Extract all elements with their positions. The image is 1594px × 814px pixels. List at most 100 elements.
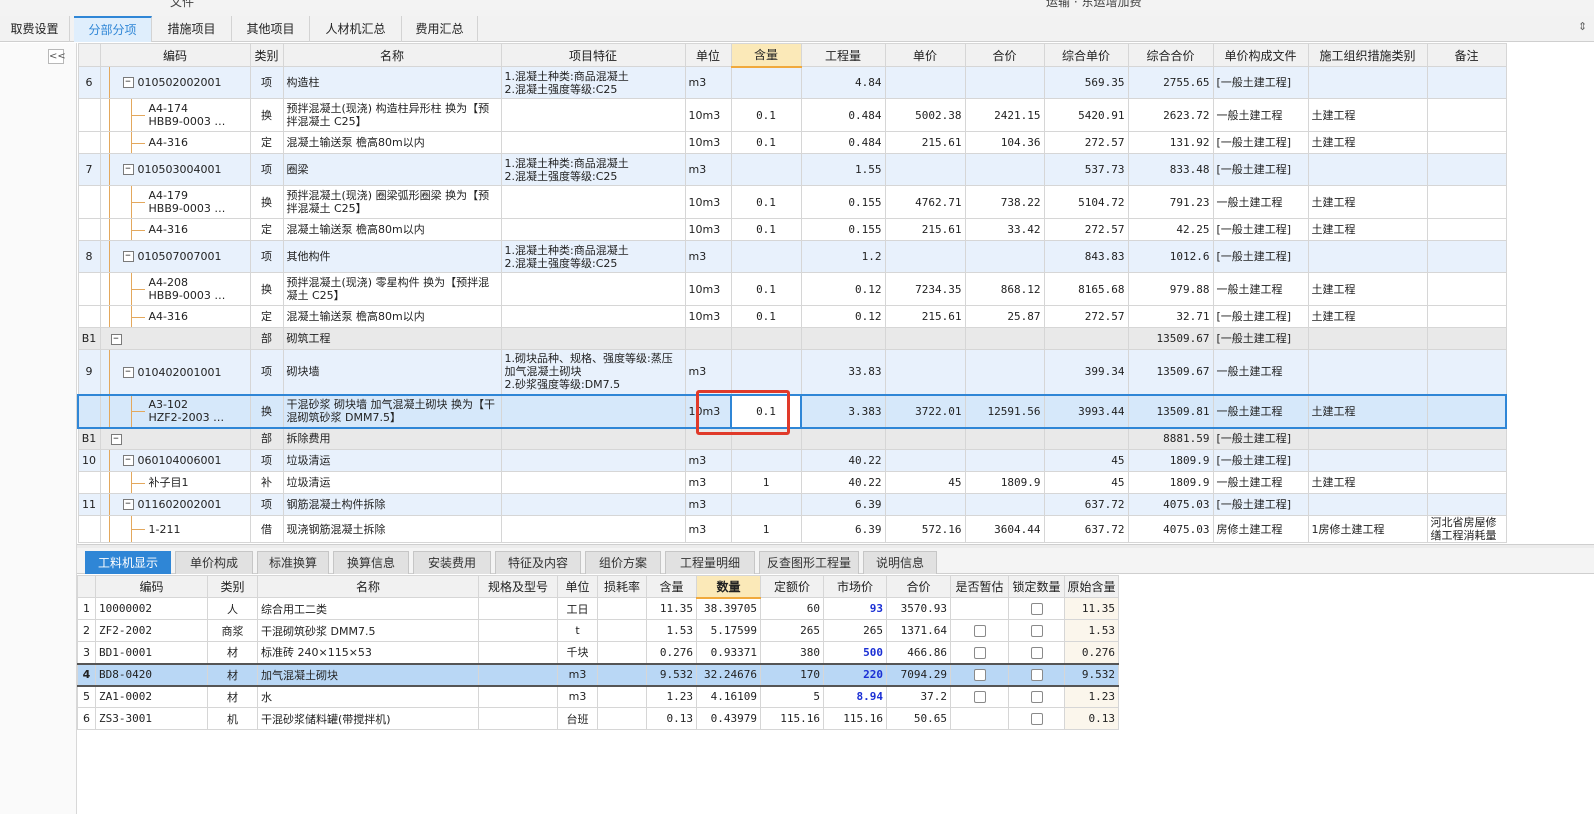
- tab-measures[interactable]: 措施项目: [152, 16, 232, 42]
- res-row-name[interactable]: 加气混凝土砌块: [257, 662, 479, 687]
- res-row-loss[interactable]: [597, 641, 647, 664]
- res-row-spec[interactable]: [478, 641, 558, 664]
- row-comprehensive-price[interactable]: [1043, 427, 1129, 450]
- row-measure-category[interactable]: [1307, 240, 1428, 273]
- row-index[interactable]: [77, 471, 101, 494]
- res-row-content[interactable]: 0.276: [646, 641, 697, 664]
- res-header-estimate[interactable]: 是否暂估: [950, 575, 1009, 598]
- row-feature[interactable]: [500, 427, 686, 450]
- row-comprehensive-total[interactable]: 13509.81: [1127, 393, 1214, 429]
- row-price-file[interactable]: [一般土建工程]: [1212, 66, 1309, 99]
- res-row-orig-content[interactable]: 1.53: [1064, 619, 1119, 642]
- res-row-spec[interactable]: [478, 597, 558, 620]
- row-name[interactable]: 混凝土输送泵 檐高80m以内: [282, 131, 502, 154]
- row-quantity[interactable]: 6.39: [800, 515, 886, 543]
- row-comprehensive-total[interactable]: 4075.03: [1127, 515, 1214, 543]
- row-type[interactable]: 项: [249, 153, 284, 186]
- row-unit[interactable]: 10m3: [684, 393, 732, 429]
- row-type[interactable]: 项: [249, 240, 284, 273]
- row-measure-category[interactable]: 土建工程: [1307, 471, 1428, 494]
- row-comprehensive-price[interactable]: 5420.91: [1043, 98, 1129, 132]
- row-note[interactable]: [1426, 131, 1507, 154]
- row-content[interactable]: [730, 349, 802, 395]
- quota-row[interactable]: 补子目1 补 垃圾清运 m3 1 40.22 45 1809.9 45 1809.9 一般土建工程 土…: [77, 471, 1507, 494]
- row-type[interactable]: 换: [249, 393, 284, 429]
- row-note[interactable]: [1426, 427, 1507, 450]
- row-total-price[interactable]: 25.87: [964, 305, 1045, 328]
- row-index[interactable]: B1: [77, 327, 101, 350]
- row-type[interactable]: 定: [249, 305, 284, 328]
- row-total-price[interactable]: [964, 66, 1045, 99]
- row-index[interactable]: [77, 272, 101, 306]
- row-total-price[interactable]: 2421.15: [964, 98, 1045, 132]
- row-note[interactable]: [1426, 349, 1507, 395]
- res-row-estimate[interactable]: [950, 662, 1009, 687]
- tab-sub-items[interactable]: 分部分项: [74, 16, 152, 42]
- res-row-quota-price[interactable]: 265: [760, 619, 824, 642]
- row-quantity[interactable]: 0.12: [800, 305, 886, 328]
- res-row-total[interactable]: 50.65: [886, 707, 951, 730]
- row-comprehensive-price[interactable]: 45: [1043, 449, 1129, 472]
- row-total-price[interactable]: 33.42: [964, 218, 1045, 241]
- tab-price-composition[interactable]: 单价构成: [175, 551, 253, 574]
- row-content[interactable]: 0.1: [730, 393, 802, 429]
- res-row-lock-qty[interactable]: [1008, 685, 1065, 708]
- row-code[interactable]: A4-174 HBB9-0003 …: [99, 98, 251, 132]
- row-unit-price[interactable]: [884, 66, 966, 99]
- res-row-content[interactable]: 0.13: [646, 707, 697, 730]
- row-comprehensive-price[interactable]: [1043, 327, 1129, 350]
- row-type[interactable]: 定: [249, 131, 284, 154]
- row-content[interactable]: [730, 240, 802, 273]
- row-note[interactable]: [1426, 153, 1507, 186]
- row-comprehensive-price[interactable]: 569.35: [1043, 66, 1129, 99]
- res-row-quantity[interactable]: 0.93371: [696, 641, 761, 664]
- row-code[interactable]: A4-179 HBB9-0003 …: [99, 185, 251, 219]
- row-comprehensive-total[interactable]: 4075.03: [1127, 493, 1214, 516]
- res-header-orig-content[interactable]: 原始含量: [1064, 575, 1119, 598]
- collapse-node-icon[interactable]: −: [122, 366, 134, 378]
- row-quantity[interactable]: 4.84: [800, 66, 886, 99]
- res-row-lock-qty[interactable]: [1008, 619, 1065, 642]
- row-unit-price[interactable]: 7234.35: [884, 272, 966, 306]
- row-unit-price[interactable]: 215.61: [884, 305, 966, 328]
- row-name[interactable]: 砌块墙: [282, 349, 502, 395]
- row-unit[interactable]: 10m3: [684, 218, 732, 241]
- row-unit-price[interactable]: 215.61: [884, 218, 966, 241]
- header-quantity[interactable]: 工程量: [800, 43, 886, 67]
- checkbox[interactable]: [973, 646, 986, 659]
- header-note[interactable]: 备注: [1426, 43, 1507, 67]
- res-row-code[interactable]: ZF2-2002: [95, 619, 208, 642]
- row-feature[interactable]: [500, 305, 686, 328]
- row-feature[interactable]: [500, 327, 686, 350]
- row-code[interactable]: A4-316: [99, 305, 251, 328]
- row-unit[interactable]: m3: [684, 240, 732, 273]
- row-feature[interactable]: [500, 272, 686, 306]
- bill-item-row[interactable]: 9 −010402001001 项砌块墙 1.砌块品种、规格、强度等级:蒸压加气混凝土…: [77, 349, 1507, 395]
- row-measure-category[interactable]: [1307, 349, 1428, 395]
- res-header-lock-qty[interactable]: 锁定数量: [1008, 575, 1065, 598]
- row-quantity[interactable]: [800, 427, 886, 450]
- row-total-price[interactable]: [964, 327, 1045, 350]
- res-row-type[interactable]: 人: [207, 597, 258, 620]
- row-content[interactable]: 0.1: [730, 218, 802, 241]
- row-total-price[interactable]: 738.22: [964, 185, 1045, 219]
- res-row-lock-qty[interactable]: [1008, 597, 1065, 620]
- row-feature[interactable]: 1.混凝土种类:商品混凝土 2.混凝土强度等级:C25: [500, 66, 686, 99]
- res-row-quantity[interactable]: 5.17599: [696, 619, 761, 642]
- row-note[interactable]: [1426, 449, 1507, 472]
- row-measure-category[interactable]: [1307, 327, 1428, 350]
- row-quantity[interactable]: 1.2: [800, 240, 886, 273]
- collapse-node-icon[interactable]: −: [122, 499, 134, 511]
- tab-description[interactable]: 说明信息: [863, 551, 937, 574]
- row-price-file[interactable]: [一般土建工程]: [1212, 218, 1309, 241]
- row-index[interactable]: 6: [77, 66, 101, 99]
- res-row-total[interactable]: 1371.64: [886, 619, 951, 642]
- row-price-file[interactable]: [一般土建工程]: [1212, 240, 1309, 273]
- res-row-orig-content[interactable]: 0.276: [1064, 641, 1119, 664]
- row-price-file[interactable]: [一般土建工程]: [1212, 153, 1309, 186]
- row-name[interactable]: 预拌混凝土(现浇) 零星构件 换为【预拌混凝土 C25】: [282, 272, 502, 306]
- row-unit[interactable]: 10m3: [684, 98, 732, 132]
- row-unit[interactable]: [684, 327, 732, 350]
- section-row[interactable]: B1 − 部拆除费用 8881.59 [一般土建工程]: [77, 427, 1507, 450]
- row-unit-price[interactable]: [884, 349, 966, 395]
